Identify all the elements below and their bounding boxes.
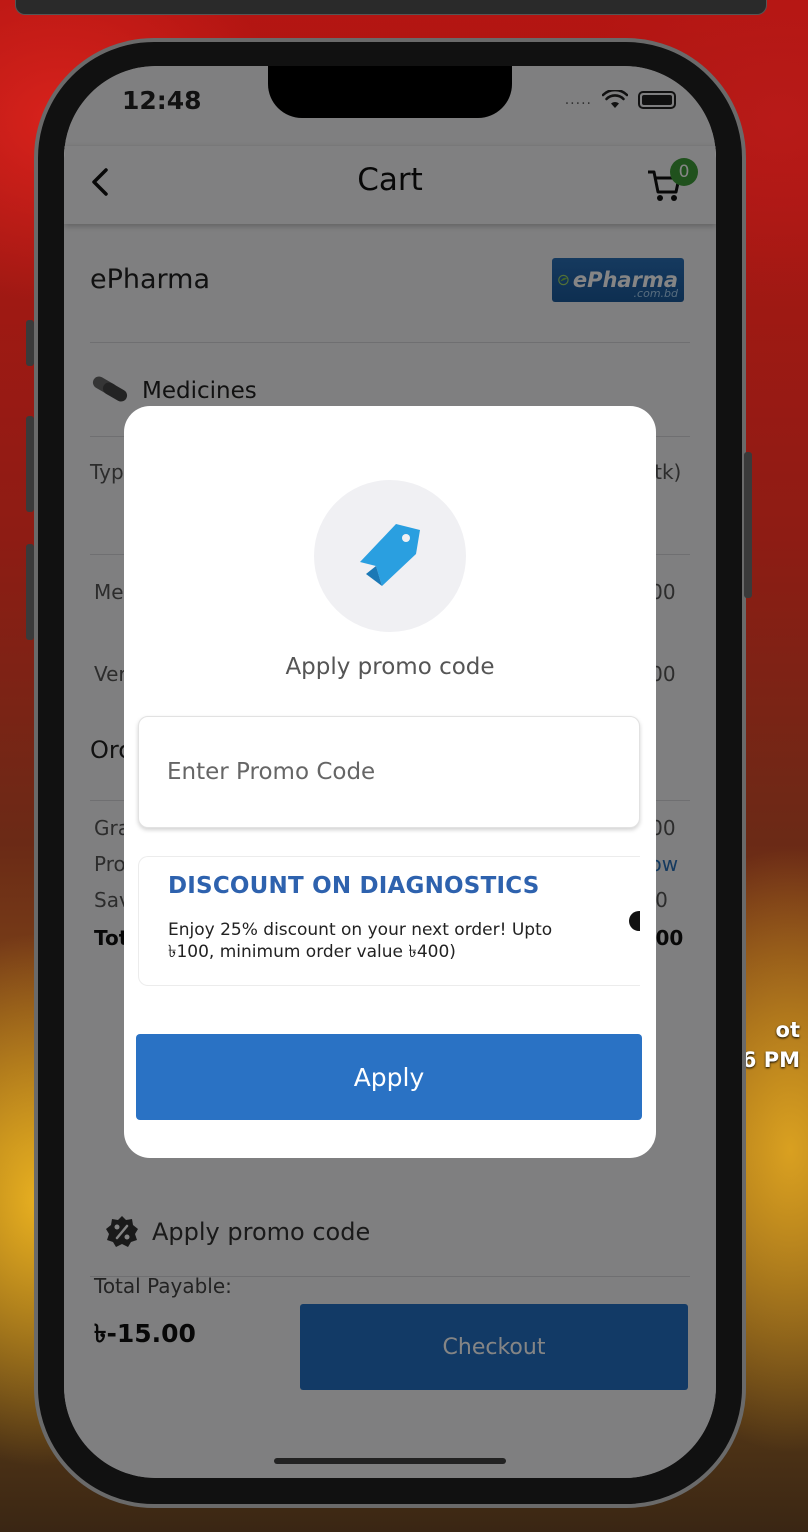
- modal-title: Apply promo code: [285, 654, 495, 680]
- desktop-top-bar: [15, 0, 767, 15]
- phone-volume-down-button: [26, 544, 34, 640]
- phone-power-button: [744, 452, 752, 598]
- phone-mute-button: [26, 320, 34, 366]
- signal-icon: .....: [564, 92, 592, 108]
- promo-code-input[interactable]: [138, 716, 640, 828]
- offer-card[interactable]: DISCOUNT ON DIAGNOSTICS Enjoy 25% discou…: [138, 856, 640, 986]
- offer-title: DISCOUNT ON DIAGNOSTICS: [168, 873, 540, 899]
- offer-description: Enjoy 25% discount on your next order! U…: [168, 920, 553, 962]
- apply-button[interactable]: Apply: [136, 1034, 642, 1120]
- notch: [268, 66, 512, 118]
- offer-select-radio[interactable]: [629, 911, 640, 931]
- status-time: 12:48: [122, 86, 202, 115]
- desktop-time-fragment: 6 PM: [741, 1048, 800, 1072]
- phone-volume-up-button: [26, 416, 34, 512]
- tag-icon-circle: [314, 480, 466, 632]
- home-indicator[interactable]: [274, 1458, 506, 1464]
- promo-code-modal: Apply promo code DISCOUNT ON DIAGNOSTICS…: [124, 406, 656, 1158]
- wifi-icon: [602, 90, 628, 108]
- status-icons: .....: [565, 90, 676, 110]
- battery-icon: [638, 91, 676, 109]
- desktop-text-fragment: ot: [775, 1018, 800, 1042]
- phone-screen: 12:48 ..... Cart 0 ePharma ePharma .com.…: [64, 66, 716, 1478]
- price-tag-icon: [360, 524, 420, 586]
